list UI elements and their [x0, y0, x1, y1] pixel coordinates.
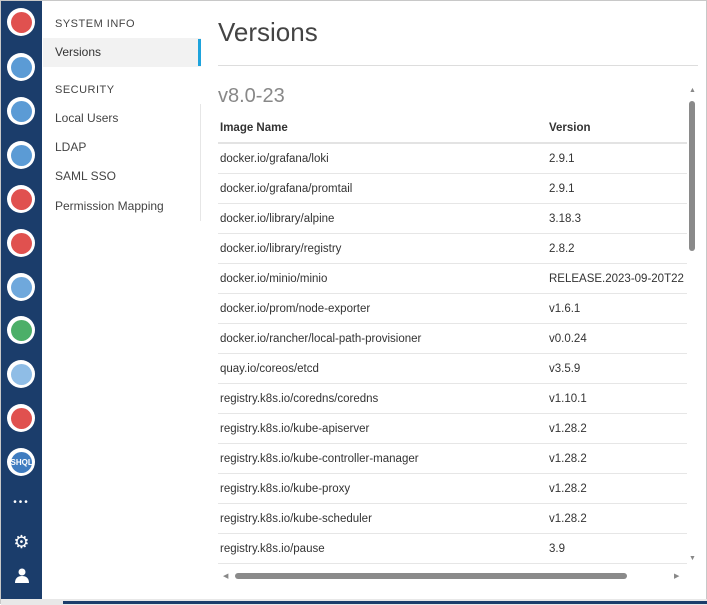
scroll-left-icon[interactable]: ◀ [223, 572, 228, 580]
version-cell: 3.9 [549, 542, 565, 555]
user-icon[interactable] [1, 567, 42, 588]
table-row[interactable]: docker.io/prom/node-exporter v1.6.1 [218, 294, 687, 324]
app-8-icon [10, 319, 32, 341]
nav-item-local-users[interactable]: Local Users [43, 104, 201, 133]
app-6-button[interactable] [7, 229, 35, 257]
app-1-button[interactable] [7, 8, 35, 36]
shql-button[interactable]: SHQL [7, 448, 35, 476]
image-name-cell: registry.k8s.io/kube-proxy [220, 482, 351, 495]
image-name-cell: quay.io/coreos/etcd [220, 362, 319, 375]
app-2-button[interactable] [7, 53, 35, 81]
table-row[interactable]: quay.io/coreos/etcd v3.5.9 [218, 354, 687, 384]
settings-gear-icon[interactable]: ⚙ [1, 532, 42, 553]
image-name-cell: registry.k8s.io/pause [220, 542, 325, 555]
image-name-cell: docker.io/minio/minio [220, 272, 328, 285]
table-header: Image Name Version [218, 114, 687, 144]
column-header-image-name[interactable]: Image Name [218, 122, 549, 134]
app-7-icon [10, 276, 32, 298]
title-divider [218, 65, 698, 66]
table-row[interactable]: docker.io/library/registry 2.8.2 [218, 234, 687, 264]
nav-item-saml-sso[interactable]: SAML SSO [43, 162, 201, 191]
shql-icon: SHQL [10, 451, 33, 473]
app-8-button[interactable] [7, 316, 35, 344]
image-name-cell: registry.k8s.io/kube-scheduler [220, 512, 372, 525]
nav-section-security: SECURITY [55, 84, 115, 96]
nav-item-permission-mapping[interactable]: Permission Mapping [43, 192, 201, 221]
window-bottom-bar [1, 599, 707, 605]
app-10-button[interactable] [7, 404, 35, 432]
table-row[interactable]: docker.io/grafana/loki 2.9.1 [218, 144, 687, 174]
image-name-cell: docker.io/grafana/loki [220, 152, 329, 165]
image-name-cell: docker.io/library/alpine [220, 212, 335, 225]
table-row[interactable]: registry.k8s.io/kube-proxy v1.28.2 [218, 474, 687, 504]
image-name-cell: docker.io/grafana/promtail [220, 182, 353, 195]
image-name-cell: docker.io/prom/node-exporter [220, 302, 371, 315]
app-9-icon [10, 363, 32, 385]
vertical-scrollbar[interactable]: ▲ ▼ [687, 87, 698, 567]
version-cell: v1.6.1 [549, 302, 581, 315]
version-cell: v0.0.24 [549, 332, 587, 345]
app-7-button[interactable] [7, 273, 35, 301]
app-10-icon [10, 407, 32, 429]
image-name-cell: docker.io/library/registry [220, 242, 342, 255]
column-header-version[interactable]: Version [549, 122, 591, 134]
image-name-cell: docker.io/rancher/local-path-provisioner [220, 332, 422, 345]
app-4-icon [10, 144, 32, 166]
scroll-up-icon[interactable]: ▲ [689, 87, 696, 94]
versions-table: Image Name Version docker.io/grafana/lok… [218, 114, 687, 566]
app-6-icon [10, 232, 32, 254]
version-cell: v1.28.2 [549, 422, 587, 435]
version-cell: 2.9.1 [549, 152, 575, 165]
app-5-icon [10, 188, 32, 210]
app-9-button[interactable] [7, 360, 35, 388]
horizontal-scrollbar[interactable]: ◀ ▶ [218, 569, 687, 584]
scroll-down-icon[interactable]: ▼ [689, 555, 696, 562]
version-cell: RELEASE.2023-09-20T22 [549, 272, 684, 285]
table-row[interactable]: docker.io/rancher/local-path-provisioner… [218, 324, 687, 354]
app-3-button[interactable] [7, 97, 35, 125]
table-row[interactable]: docker.io/grafana/promtail 2.9.1 [218, 174, 687, 204]
app-2-icon [10, 56, 32, 78]
vertical-scroll-thumb[interactable] [689, 101, 695, 251]
more-apps-icon[interactable]: ••• [1, 497, 42, 508]
app-5-button[interactable] [7, 185, 35, 213]
version-cell: v1.10.1 [549, 392, 587, 405]
table-row[interactable]: registry.k8s.io/kube-apiserver v1.28.2 [218, 414, 687, 444]
version-heading: v8.0-23 [218, 85, 285, 107]
table-row[interactable]: docker.io/minio/minio RELEASE.2023-09-20T… [218, 264, 687, 294]
version-cell: v1.28.2 [549, 482, 587, 495]
nav-item-versions[interactable]: Versions [43, 38, 201, 67]
scroll-right-icon[interactable]: ▶ [674, 572, 679, 580]
version-cell: 2.8.2 [549, 242, 575, 255]
image-name-cell: registry.k8s.io/kube-controller-manager [220, 452, 419, 465]
image-name-cell: registry.k8s.io/coredns/coredns [220, 392, 379, 405]
table-row[interactable]: registry.k8s.io/pause 3.9 [218, 534, 687, 564]
version-cell: v1.28.2 [549, 512, 587, 525]
image-name-cell: registry.k8s.io/kube-apiserver [220, 422, 370, 435]
settings-nav: SYSTEM INFO Versions SECURITY Local Users LD… [43, 1, 201, 599]
app-4-button[interactable] [7, 141, 35, 169]
version-cell: v3.5.9 [549, 362, 581, 375]
app-3-icon [10, 100, 32, 122]
horizontal-scroll-thumb[interactable] [235, 573, 627, 579]
nav-divider [200, 104, 201, 221]
page-title: Versions [218, 17, 318, 47]
version-cell: v1.28.2 [549, 452, 587, 465]
table-row[interactable]: registry.k8s.io/kube-scheduler v1.28.2 [218, 504, 687, 534]
table-row[interactable]: docker.io/library/alpine 3.18.3 [218, 204, 687, 234]
version-cell: 2.9.1 [549, 182, 575, 195]
app-1-icon [10, 11, 32, 33]
version-cell: 3.18.3 [549, 212, 581, 225]
app-rail: SHQL ••• ⚙ [1, 1, 42, 599]
table-row[interactable]: registry.k8s.io/coredns/coredns v1.10.1 [218, 384, 687, 414]
nav-item-ldap[interactable]: LDAP [43, 133, 201, 162]
table-row[interactable]: registry.k8s.io/kube-controller-manager v… [218, 444, 687, 474]
nav-section-system-info: SYSTEM INFO [55, 18, 136, 30]
